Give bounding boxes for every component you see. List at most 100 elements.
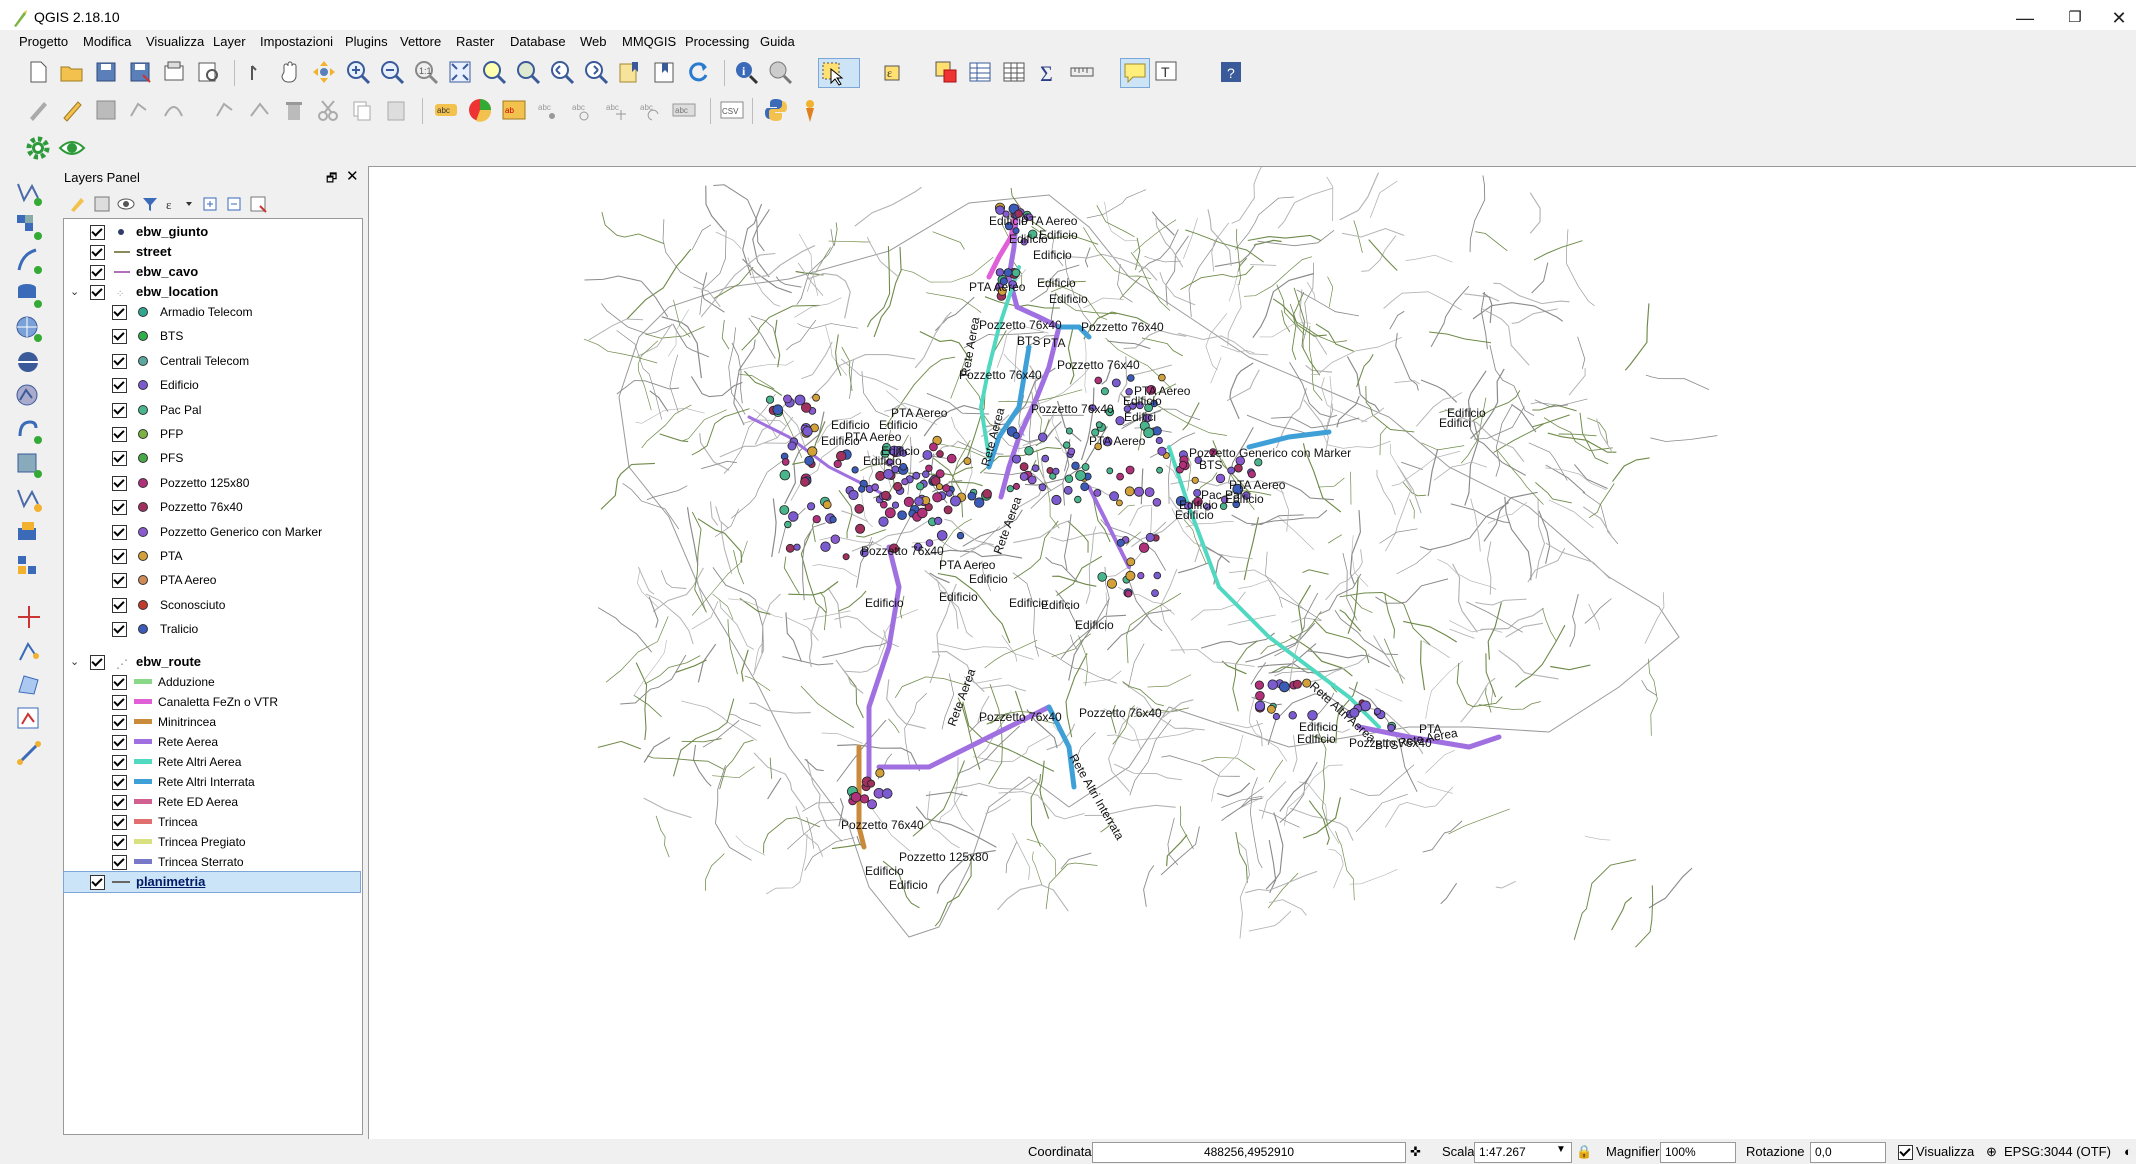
digitize-line-icon[interactable] xyxy=(14,636,44,666)
node-tool-icon[interactable] xyxy=(246,96,274,124)
gear-icon[interactable] xyxy=(24,134,52,162)
category-visibility-checkbox[interactable] xyxy=(112,475,127,491)
float-panel-icon[interactable]: 🗗 xyxy=(326,169,337,190)
legend-category-canaletta-fezn-o-vtr[interactable]: Canaletta FeZn o VTR xyxy=(64,692,360,712)
menu-progetto[interactable]: Progetto xyxy=(19,34,68,49)
filter-legend-icon[interactable] xyxy=(140,194,160,214)
expand-all-icon[interactable] xyxy=(200,194,220,214)
menu-guida[interactable]: Guida xyxy=(760,34,795,49)
zoom-out-icon[interactable] xyxy=(378,58,406,86)
scale-dropdown-chevron-icon[interactable]: ▼ xyxy=(1556,1144,1566,1155)
legend-category-pta[interactable]: PTA xyxy=(64,546,360,566)
category-visibility-checkbox[interactable] xyxy=(112,597,127,613)
menu-processing[interactable]: Processing xyxy=(685,34,749,49)
add-spatialite-layer-icon[interactable] xyxy=(14,246,44,276)
touch-zoom-icon[interactable] xyxy=(242,58,270,86)
map-canvas[interactable]: Edificio PTA Aereo Edificio Edificio Edifici… xyxy=(368,147,2136,1139)
legend-category-minitrincea[interactable]: Minitrincea xyxy=(64,712,360,732)
category-visibility-checkbox[interactable] xyxy=(112,855,127,870)
category-visibility-checkbox[interactable] xyxy=(112,524,127,540)
category-visibility-checkbox[interactable] xyxy=(112,735,127,750)
map-render[interactable]: EdificioPTA AereoEdificioEdificioEdifici… xyxy=(369,147,2136,1139)
new-geopackage-icon[interactable] xyxy=(14,552,44,582)
new-shapefile-icon[interactable] xyxy=(14,484,44,514)
move-feature-icon[interactable] xyxy=(212,96,240,124)
filter-expression-icon[interactable]: ε xyxy=(164,194,194,214)
category-visibility-checkbox[interactable] xyxy=(112,329,127,345)
legend-category-pta-aereo[interactable]: PTA Aereo xyxy=(64,570,360,590)
crs-status[interactable]: EPSG:3044 (OTF) xyxy=(2004,1144,2111,1159)
pan-to-selection-icon[interactable] xyxy=(310,58,338,86)
category-visibility-checkbox[interactable] xyxy=(112,675,127,690)
menu-database[interactable]: Database xyxy=(510,34,566,49)
layer-visibility-checkbox[interactable] xyxy=(90,655,105,670)
toggle-editing-icon[interactable] xyxy=(58,96,86,124)
add-wcs-layer-icon[interactable] xyxy=(14,348,44,378)
legend-category-rete-altri-aerea[interactable]: Rete Altri Aerea xyxy=(64,752,360,772)
refresh-icon[interactable] xyxy=(684,58,712,86)
layer-visibility-checkbox[interactable] xyxy=(90,875,105,890)
toggle-extents-icon[interactable]: ✜ xyxy=(1410,1144,1421,1160)
add-delimited-text-icon[interactable] xyxy=(14,416,44,446)
menu-visualizza[interactable]: Visualizza xyxy=(146,34,204,49)
legend-category-pfs[interactable]: PFS xyxy=(64,448,360,468)
menu-vettore[interactable]: Vettore xyxy=(400,34,441,49)
category-visibility-checkbox[interactable] xyxy=(112,427,127,442)
legend-category-pfp[interactable]: PFP xyxy=(64,424,360,444)
save-project-icon[interactable] xyxy=(92,58,120,86)
layer-planimetria[interactable]: planimetria xyxy=(63,871,361,893)
delete-selected-icon[interactable] xyxy=(280,96,308,124)
category-visibility-checkbox[interactable] xyxy=(112,815,127,830)
category-visibility-checkbox[interactable] xyxy=(112,715,127,730)
add-mssql-layer-icon[interactable] xyxy=(14,280,44,310)
python-console-icon[interactable] xyxy=(762,96,790,124)
georeferencer-icon[interactable] xyxy=(14,704,44,734)
legend-category-tralicio[interactable]: Tralicio xyxy=(64,619,360,639)
legend-category-trincea-pregiato[interactable]: Trincea Pregiato xyxy=(64,832,360,852)
rotate-label-icon[interactable]: abc xyxy=(636,96,664,124)
highlight-label-icon[interactable]: ab xyxy=(500,96,528,124)
deselect-features-icon[interactable] xyxy=(932,58,960,86)
csv-icon[interactable]: CSV xyxy=(718,96,746,124)
add-wms-layer-icon[interactable] xyxy=(14,314,44,344)
new-spatialite-icon[interactable] xyxy=(14,518,44,548)
layer-ebw-giunto[interactable]: ebw_giunto xyxy=(64,222,360,242)
menu-layer[interactable]: Layer xyxy=(213,34,246,49)
collapse-all-icon[interactable] xyxy=(224,194,244,214)
rotation-spinbox[interactable]: 0,0 xyxy=(1810,1142,1886,1163)
add-virtual-layer-icon[interactable] xyxy=(14,450,44,480)
category-visibility-checkbox[interactable] xyxy=(112,695,127,710)
field-calculator-icon[interactable]: Σ xyxy=(1034,58,1062,86)
new-project-icon[interactable] xyxy=(24,58,52,86)
measure-line-icon[interactable] xyxy=(1068,58,1108,86)
legend-category-rete-altri-interrata[interactable]: Rete Altri Interrata xyxy=(64,772,360,792)
legend-category-trincea[interactable]: Trincea xyxy=(64,812,360,832)
zoom-in-icon[interactable] xyxy=(344,58,372,86)
zoom-to-selection-icon[interactable] xyxy=(480,58,508,86)
lock-scale-icon[interactable]: 🔒 xyxy=(1576,1144,1592,1160)
legend-category-armadio-telecom[interactable]: Armadio Telecom xyxy=(64,302,360,322)
menu-mmqgis[interactable]: MMQGIS xyxy=(622,34,676,49)
category-visibility-checkbox[interactable] xyxy=(112,353,127,369)
minimize-button[interactable]: — xyxy=(2002,4,2048,32)
layer-visibility-checkbox[interactable] xyxy=(90,285,105,300)
show-hide-labels-icon[interactable]: abc xyxy=(568,96,596,124)
legend-category-pac-pal[interactable]: Pac Pal xyxy=(64,400,360,420)
add-circular-string-icon[interactable] xyxy=(160,96,200,124)
legend-category-adduzione[interactable]: Adduzione xyxy=(64,672,360,692)
restore-button[interactable]: ❐ xyxy=(2052,4,2098,32)
zoom-to-layer-icon[interactable] xyxy=(514,58,542,86)
category-visibility-checkbox[interactable] xyxy=(112,402,127,418)
current-edits-icon[interactable] xyxy=(24,96,52,124)
manage-visibility-icon[interactable] xyxy=(116,194,136,214)
category-visibility-checkbox[interactable] xyxy=(112,549,127,564)
add-raster-layer-icon[interactable] xyxy=(14,212,44,242)
remove-layer-icon[interactable] xyxy=(248,194,268,214)
digitize-polygon-icon[interactable] xyxy=(14,670,44,700)
save-as-icon[interactable] xyxy=(126,58,154,86)
layer-visibility-checkbox[interactable] xyxy=(90,225,105,240)
pan-map-icon[interactable] xyxy=(276,58,304,86)
category-visibility-checkbox[interactable] xyxy=(112,573,127,589)
collapse-chevron-icon[interactable]: ⌄ xyxy=(70,282,79,302)
diagram-options-icon[interactable] xyxy=(466,96,494,124)
